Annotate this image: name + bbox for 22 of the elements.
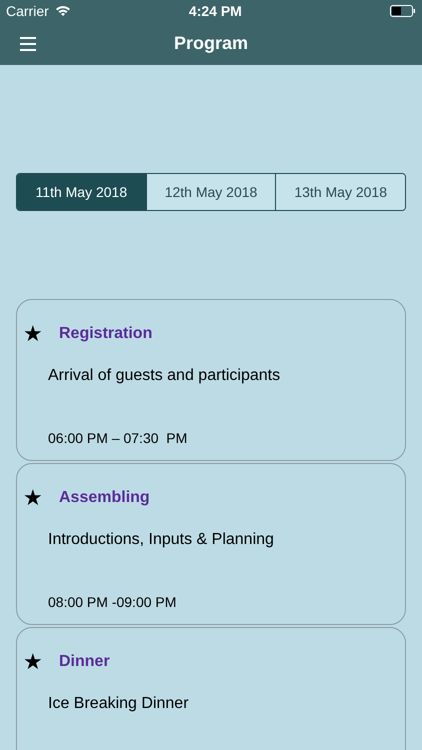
star-icon: ★ xyxy=(23,323,43,345)
battery-icon xyxy=(390,5,416,17)
event-title: Dinner xyxy=(59,652,110,672)
event-description: Introductions, Inputs & Planning xyxy=(48,530,275,550)
event-card[interactable]: ★ Registration Arrival of guests and participants 06:00 PM – 07:30 PM xyxy=(16,299,406,461)
event-title: Assembling xyxy=(59,488,150,508)
page-title: Program xyxy=(174,32,248,55)
event-description: Ice Breaking Dinner xyxy=(48,694,190,714)
date-tab[interactable]: 11th May 2018 xyxy=(17,174,146,210)
event-title: Registration xyxy=(59,324,152,344)
carrier-label: Carrier xyxy=(6,2,49,20)
clock-time: 4:24 PM xyxy=(188,2,243,20)
event-description: Arrival of guests and participants xyxy=(48,366,282,386)
star-icon: ★ xyxy=(23,487,43,509)
date-tab[interactable]: 13th May 2018 xyxy=(275,174,405,210)
date-tab[interactable]: 12th May 2018 xyxy=(146,174,276,210)
event-time: 06:00 PM – 07:30 PM xyxy=(48,429,188,448)
star-icon: ★ xyxy=(23,651,43,673)
wifi-icon xyxy=(54,5,71,17)
event-card[interactable]: ★ Assembling Introductions, Inputs & Planning 08:00 PM -09:00 PM xyxy=(16,463,406,625)
event-time: 08:00 PM -09:00 PM xyxy=(48,593,178,612)
event-card[interactable]: ★ Dinner Ice Breaking Dinner xyxy=(16,627,406,750)
